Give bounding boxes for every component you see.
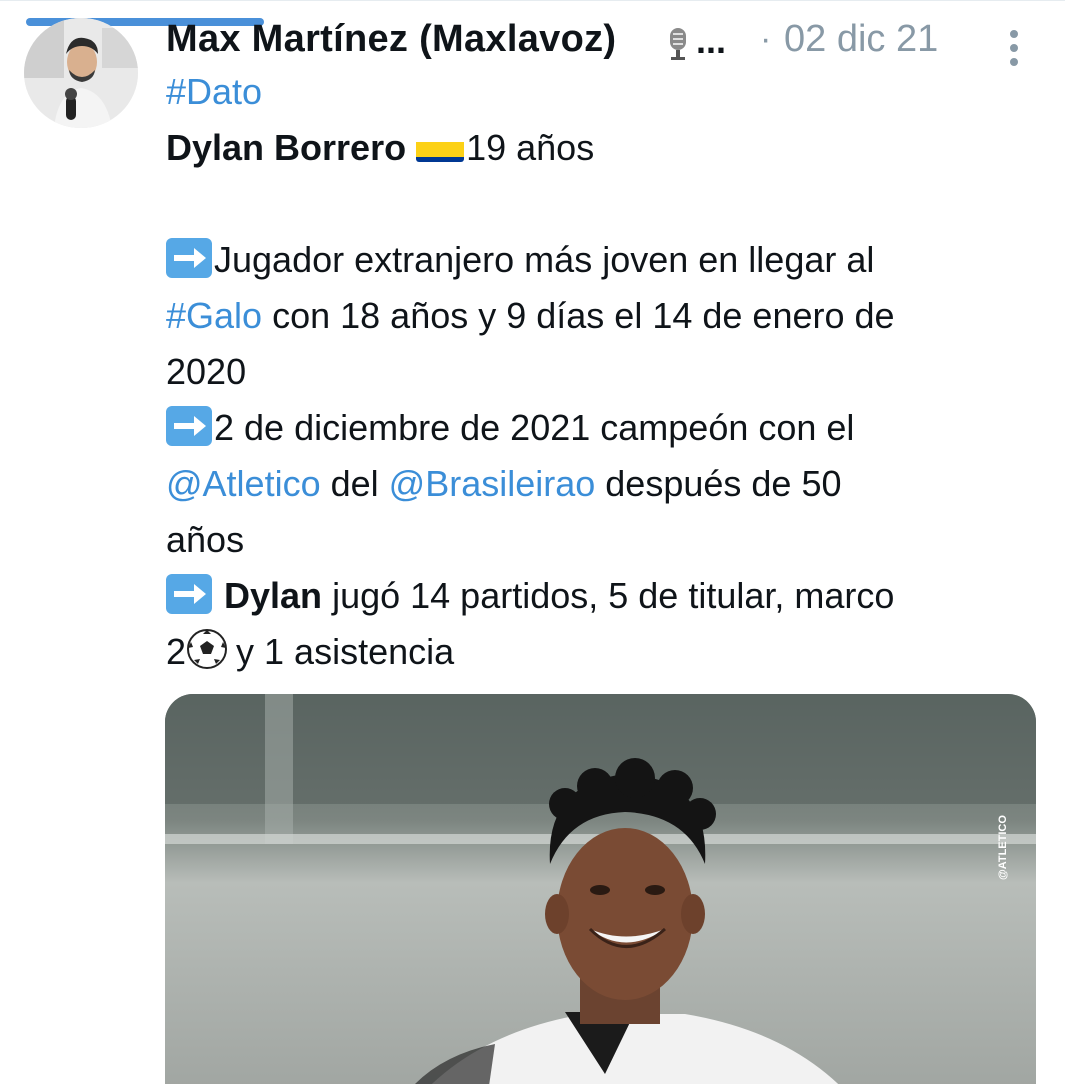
tweet-line: @Atletico del @Brasileirao después de 50 [166, 456, 1046, 512]
hashtag-dato[interactable]: #Dato [166, 71, 262, 112]
tweet-media[interactable] [165, 694, 1036, 1084]
fact-1-cont: con 18 años y 9 días el 14 de enero de [262, 295, 895, 336]
tweet-header: Max Martínez (Maxlavoz) ... · 02 dic 21 [166, 8, 1046, 68]
tweet-line: Jugador extranjero más joven en llegar a… [166, 232, 1046, 288]
tweet-line: 2 y 1 asistencia [166, 624, 1046, 680]
tweet-line: #Dato [166, 64, 1046, 120]
name-ellipsis: ... [696, 20, 727, 61]
fact-2-cont: del [320, 463, 389, 504]
microphone-icon [670, 28, 686, 60]
player-name: Dylan Borrero [166, 127, 407, 168]
tweet-line: #Galo con 18 años y 9 días el 14 de ener… [166, 288, 1046, 344]
more-vertical-icon[interactable] [1004, 28, 1024, 68]
hashtag-galo[interactable]: #Galo [166, 295, 262, 336]
tweet-line: 2 de diciembre de 2021 campeón con el [166, 400, 1046, 456]
right-arrow-emoji [166, 238, 212, 278]
fact-1-text: Jugador extranjero más joven en llegar a… [214, 239, 875, 280]
assists-text: y 1 asistencia [236, 631, 455, 672]
soccer-ball-emoji [187, 629, 228, 669]
colombia-flag-emoji [416, 132, 465, 162]
fact-2-cont-2: después de 50 [595, 463, 842, 504]
atletico-watermark: @ATLETICO [997, 815, 1009, 880]
mention-atletico[interactable]: @Atletico [166, 463, 321, 504]
right-arrow-emoji [166, 574, 212, 614]
player-age: 19 años [466, 127, 595, 168]
fact-3-text: jugó 14 partidos, 5 de titular, marco [322, 575, 895, 616]
tweet-line: Dylan Borrero 19 años [166, 120, 1046, 176]
fact-2-text: 2 de diciembre de 2021 campeón con el [214, 407, 855, 448]
tweet-date[interactable]: 02 dic 21 [784, 18, 938, 61]
tweet-line: Dylan jugó 14 partidos, 5 de titular, ma… [166, 568, 1046, 624]
player-first-name: Dylan [224, 575, 323, 616]
mention-brasileirao[interactable]: @Brasileirao [389, 463, 596, 504]
tweet-text: #Dato Dylan Borrero 19 años Jugador extra… [166, 64, 1046, 680]
header-separator: · [760, 20, 772, 58]
avatar[interactable] [24, 18, 138, 128]
goals-count: 2 [166, 631, 187, 672]
svg-text:@ATLETICO: @ATLETICO [997, 815, 1009, 880]
right-arrow-emoji [166, 406, 212, 446]
top-divider [0, 0, 1065, 1]
fact-2-end: años [166, 519, 245, 560]
player-photo [165, 694, 1036, 1084]
author-name[interactable]: Max Martínez (Maxlavoz) [166, 18, 616, 61]
avatar-photo [24, 18, 138, 128]
tweet-line: 2020 [166, 344, 1046, 400]
fact-1-year: 2020 [166, 351, 247, 392]
tweet-line: años [166, 512, 1046, 568]
